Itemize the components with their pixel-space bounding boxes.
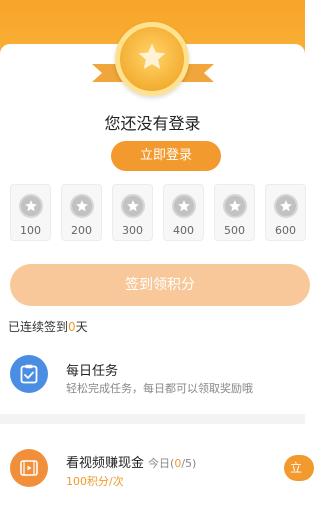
streak-days: 0 <box>68 320 76 334</box>
reward-card: 100 <box>10 184 51 241</box>
reward-card: 400 <box>163 184 204 241</box>
daily-task-title[interactable]: 每日任务 <box>66 360 118 379</box>
reward-card: 600 <box>265 184 306 241</box>
login-button[interactable]: 立即登录 <box>111 141 221 171</box>
coin-icon <box>223 194 247 218</box>
login-status: 您还没有登录 <box>104 114 201 133</box>
clipboard-check-icon <box>10 355 48 393</box>
coin-icon <box>70 194 94 218</box>
coin-icon <box>19 194 43 218</box>
video-task-label: 看视频赚现金 <box>66 456 145 471</box>
reward-card: 300 <box>112 184 153 241</box>
video-task-progress: 今日(0/5) <box>148 457 196 470</box>
coin-icon <box>172 194 196 218</box>
reward-card: 200 <box>61 184 102 241</box>
today-suffix: /5) <box>181 457 197 470</box>
video-task-points: 100积分/次 <box>66 475 124 488</box>
reward-value: 100 <box>20 224 41 237</box>
video-task-title[interactable]: 看视频赚现金 今日(0/5) <box>66 452 196 471</box>
signin-streak: 已连续签到0天 <box>8 318 88 335</box>
reward-value: 200 <box>71 224 92 237</box>
reward-value: 500 <box>224 224 245 237</box>
star-icon <box>138 43 166 69</box>
medal-badge-icon <box>115 22 189 96</box>
reward-card: 500 <box>214 184 255 241</box>
streak-suffix: 天 <box>75 320 88 334</box>
reward-value: 600 <box>275 224 296 237</box>
coin-icon <box>274 194 298 218</box>
video-task-button[interactable]: 立 <box>284 455 314 481</box>
reward-list: 100 200 300 400 500 600 <box>10 184 310 244</box>
daily-task-desc: 轻松完成任务，每日都可以领取奖励哦 <box>66 382 253 395</box>
streak-prefix: 已连续签到 <box>8 320 69 334</box>
reward-value: 400 <box>173 224 194 237</box>
today-prefix: 今日( <box>148 457 175 470</box>
section-divider <box>0 414 305 424</box>
reward-value: 300 <box>122 224 143 237</box>
signin-button[interactable]: 签到领积分 <box>10 264 310 306</box>
film-icon <box>10 449 48 487</box>
coin-icon <box>121 194 145 218</box>
